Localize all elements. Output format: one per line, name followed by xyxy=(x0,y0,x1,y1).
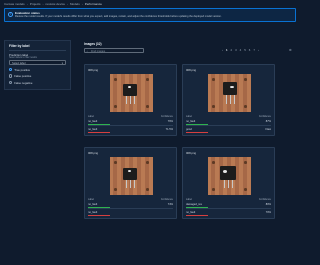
breadcrumb: Canvas models › Projects › resistor-devi… xyxy=(4,1,102,7)
filter-field-description: Select labels to filter results xyxy=(9,56,37,59)
image-card[interactable]: 008.png Label Confidence damaged_res 80% n… xyxy=(182,147,275,219)
breadcrumb-item[interactable]: Models xyxy=(70,2,80,6)
col-label: Label xyxy=(88,198,94,201)
filter-option-false-positive[interactable]: False positive xyxy=(9,74,66,78)
col-label: Label xyxy=(186,198,192,201)
radio-selected[interactable] xyxy=(9,67,13,72)
result-label: no_fault xyxy=(88,203,98,206)
result-label: no_fault xyxy=(88,211,98,214)
image-filename[interactable]: 008.png xyxy=(186,68,196,72)
col-label: Label xyxy=(186,115,192,118)
result-confidence: 71.5% xyxy=(165,128,173,131)
filter-option-label: True positive xyxy=(14,67,31,72)
breadcrumb-item[interactable]: resistor-device xyxy=(46,2,66,6)
result-confidence: 87% xyxy=(265,120,271,123)
result-label: no_fault xyxy=(88,120,98,123)
image-thumbnail[interactable] xyxy=(208,157,251,195)
false-label-bar xyxy=(88,131,110,133)
result-row: no_fault 74% xyxy=(88,202,173,208)
result-row: good Flaw xyxy=(186,127,271,133)
false-label-bar xyxy=(186,214,208,216)
result-row: no_fault xyxy=(88,210,173,216)
col-confidence: Confidence xyxy=(160,198,173,201)
result-confidence: 76% xyxy=(167,120,173,123)
filter-option-label: False negative xyxy=(14,80,33,85)
image-card[interactable]: 008.png Label Confidence no_fault 87% good… xyxy=(182,64,275,136)
result-row: damaged_res 80% xyxy=(186,202,271,208)
images-header: Images (32) xyxy=(84,42,102,46)
image-thumbnail[interactable] xyxy=(208,74,251,112)
label-select[interactable]: Select label ▾ xyxy=(9,60,66,65)
search-placeholder: Find images xyxy=(91,49,106,53)
image-filename[interactable]: 008.png xyxy=(88,68,98,72)
filter-title: Filter by label xyxy=(9,44,30,48)
page-number[interactable]: 5 xyxy=(244,48,246,52)
result-row: no_fault 71.5% xyxy=(88,127,173,133)
image-thumbnail[interactable] xyxy=(110,74,153,112)
image-card[interactable]: 008.png Label Confidence no_fault 76% no_f… xyxy=(84,64,177,136)
breadcrumb-current: Performance xyxy=(84,2,102,6)
result-label: no_fault xyxy=(186,120,196,123)
false-label-bar xyxy=(186,131,208,133)
breadcrumb-separator: › xyxy=(81,2,83,6)
result-row: no_fault 70% xyxy=(186,210,271,216)
pagination: ‹ 1 2 3 4 5 6 7 › xyxy=(222,48,259,52)
next-page-icon[interactable]: › xyxy=(258,48,259,52)
breadcrumb-separator: › xyxy=(67,2,69,6)
result-label: damaged_res xyxy=(186,203,202,206)
result-label: no_fault xyxy=(186,211,196,214)
search-input[interactable]: ⌕ Find images xyxy=(84,48,144,53)
image-filename[interactable]: 008.png xyxy=(186,151,196,155)
col-label: Label xyxy=(88,115,94,118)
results-header: Label Confidence xyxy=(186,115,271,118)
page-number[interactable]: 7 xyxy=(253,48,255,52)
result-confidence: 80% xyxy=(265,203,271,206)
col-confidence: Confidence xyxy=(258,115,271,118)
page-number[interactable]: 4 xyxy=(240,48,242,52)
result-label: good xyxy=(186,128,192,131)
search-icon: ⌕ xyxy=(86,49,89,53)
banner-text: Review the model results. If your model'… xyxy=(15,15,222,18)
image-filename[interactable]: 008.png xyxy=(88,151,98,155)
results-header: Label Confidence xyxy=(88,198,173,201)
info-icon: i xyxy=(8,12,13,17)
breadcrumb-item[interactable]: Projects xyxy=(30,2,41,6)
result-row: no_fault 76% xyxy=(88,119,173,125)
label-select-placeholder: Select label xyxy=(12,61,26,65)
divider xyxy=(9,50,66,51)
page-number[interactable]: 6 xyxy=(249,48,251,52)
result-row: no_fault 87% xyxy=(186,119,271,125)
info-banner: i Evaluation status Review the model res… xyxy=(4,8,296,22)
col-confidence: Confidence xyxy=(258,198,271,201)
result-label: no_fault xyxy=(88,128,98,131)
filter-panel: Filter by label Prediction label Select … xyxy=(4,40,71,90)
page-number[interactable]: 1 xyxy=(226,48,228,52)
results-header: Label Confidence xyxy=(88,115,173,118)
breadcrumb-item[interactable]: Canvas models xyxy=(4,2,25,6)
breadcrumb-separator: › xyxy=(42,2,44,6)
false-label-bar xyxy=(88,214,110,216)
result-confidence: 70% xyxy=(265,211,271,214)
image-card[interactable]: 008.png Label Confidence no_fault 74% no_f… xyxy=(84,147,177,219)
result-confidence: Flaw xyxy=(265,128,271,131)
gear-icon[interactable]: ⚙ xyxy=(289,48,292,52)
radio[interactable] xyxy=(9,74,13,78)
breadcrumb-separator: › xyxy=(26,2,28,6)
prev-page-icon[interactable]: ‹ xyxy=(222,48,223,52)
result-confidence: 74% xyxy=(167,203,173,206)
results-header: Label Confidence xyxy=(186,198,271,201)
chevron-down-icon: ▾ xyxy=(61,61,63,65)
filter-option-false-negative[interactable]: False negative xyxy=(9,81,66,85)
filter-option-true-positive[interactable]: True positive xyxy=(9,68,66,72)
col-confidence: Confidence xyxy=(160,115,173,118)
page-number[interactable]: 2 xyxy=(231,48,233,52)
page-number[interactable]: 3 xyxy=(235,48,237,52)
radio[interactable] xyxy=(9,80,13,85)
filter-option-label: False positive xyxy=(14,74,32,78)
image-thumbnail[interactable] xyxy=(110,157,153,195)
